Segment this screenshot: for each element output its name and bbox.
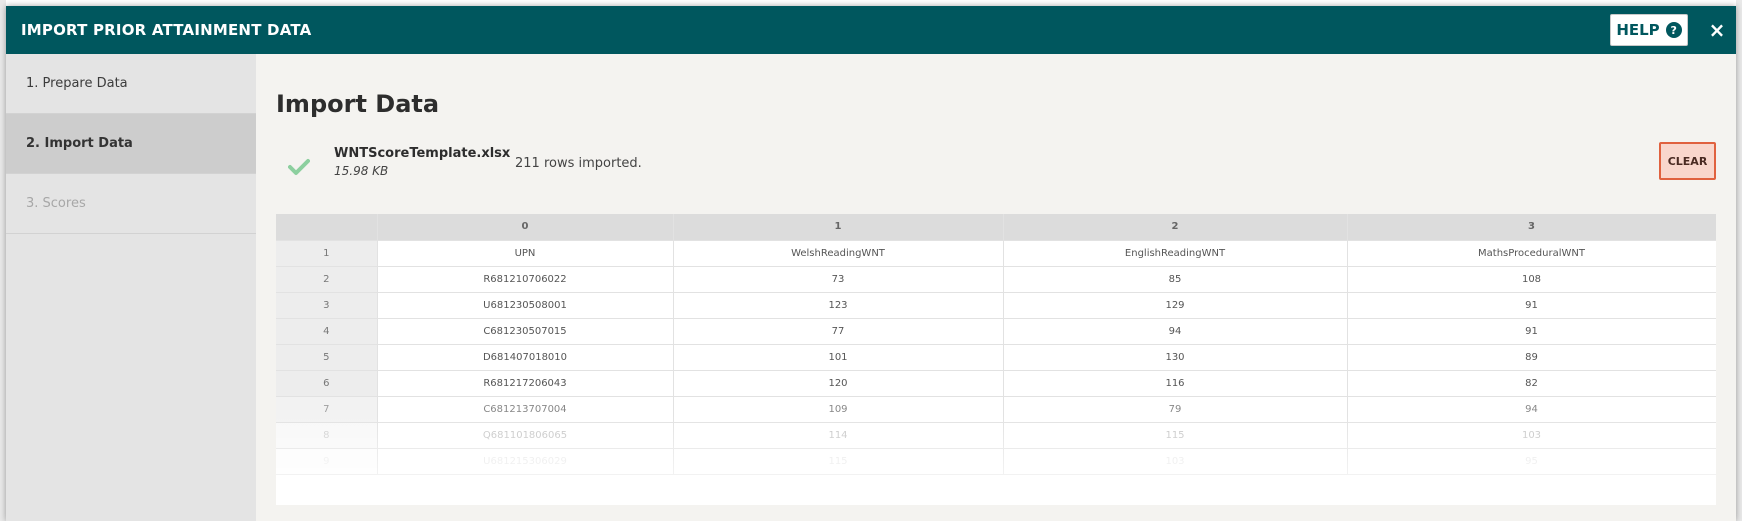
row-number: 7 [276, 396, 378, 423]
table-cell: UPN [377, 240, 674, 267]
table-cell: 103 [1347, 422, 1716, 449]
table-cell: 130 [1003, 344, 1348, 371]
steps-sidebar: 1. Prepare Data 2. Import Data 3. Scores [6, 54, 256, 521]
table-cell: 129 [1003, 292, 1348, 319]
table-cell: R681217206043 [377, 370, 674, 397]
step-scores: 3. Scores [6, 174, 256, 234]
step-label: 2. Import Data [26, 136, 133, 151]
table-row: 9 U681215306029 115 103 95 [276, 448, 1716, 475]
close-icon: × [1708, 18, 1726, 42]
help-button[interactable]: HELP ? [1610, 14, 1688, 46]
table-cell: 101 [673, 344, 1004, 371]
file-size: 15.98 KB [334, 164, 389, 178]
row-number: 6 [276, 370, 378, 397]
row-number: 3 [276, 292, 378, 319]
row-number: 8 [276, 422, 378, 449]
column-header: 1 [673, 214, 1004, 241]
check-icon [288, 159, 310, 175]
preview-table-container[interactable]: 0 1 2 3 1 UPN WelshReadingWNT EnglishRea… [276, 214, 1716, 505]
file-name: WNTScoreTemplate.xlsx [334, 146, 511, 161]
step-prepare-data[interactable]: 1. Prepare Data [6, 54, 256, 114]
column-header: 0 [377, 214, 674, 241]
row-number: 4 [276, 318, 378, 345]
table-cell: 79 [1003, 396, 1348, 423]
row-number: 2 [276, 266, 378, 293]
column-header: 2 [1003, 214, 1348, 241]
close-button[interactable]: × [1705, 18, 1729, 42]
table-cell: WelshReadingWNT [673, 240, 1004, 267]
table-cell: 73 [673, 266, 1004, 293]
table-cell: 108 [1347, 266, 1716, 293]
table-row: 5 D681407018010 101 130 89 [276, 344, 1716, 371]
corner-header [276, 214, 378, 241]
page-title: Import Data [276, 90, 440, 118]
table-cell: 114 [673, 422, 1004, 449]
question-circle-icon: ? [1665, 22, 1682, 38]
column-header: 3 [1347, 214, 1716, 241]
table-cell: Q681101806065 [377, 422, 674, 449]
table-cell: U681215306029 [377, 448, 674, 475]
row-number: 1 [276, 240, 378, 267]
import-status: 211 rows imported. [515, 156, 642, 171]
preview-table: 0 1 2 3 1 UPN WelshReadingWNT EnglishRea… [276, 214, 1716, 475]
table-cell: C681230507015 [377, 318, 674, 345]
table-cell: D681407018010 [377, 344, 674, 371]
table-cell: 94 [1003, 318, 1348, 345]
step-import-data[interactable]: 2. Import Data [6, 114, 256, 174]
table-cell: 82 [1347, 370, 1716, 397]
row-number: 5 [276, 344, 378, 371]
background-right-edge [1736, 0, 1742, 521]
help-label: HELP [1616, 21, 1660, 39]
table-row: 4 C681230507015 77 94 91 [276, 318, 1716, 345]
table-row: 2 R681210706022 73 85 108 [276, 266, 1716, 293]
column-header-row: 0 1 2 3 [276, 214, 1716, 241]
table-cell: 103 [1003, 448, 1348, 475]
table-row: 3 U681230508001 123 129 91 [276, 292, 1716, 319]
table-row: 1 UPN WelshReadingWNT EnglishReadingWNT … [276, 240, 1716, 267]
import-modal: IMPORT PRIOR ATTAINMENT DATA HELP ? × 1.… [6, 6, 1736, 521]
table-cell: R681210706022 [377, 266, 674, 293]
table-cell: 123 [673, 292, 1004, 319]
row-number: 9 [276, 448, 378, 475]
table-cell: 85 [1003, 266, 1348, 293]
table-row: 8 Q681101806065 114 115 103 [276, 422, 1716, 449]
table-cell: 120 [673, 370, 1004, 397]
main-content: Import Data WNTScoreTemplate.xlsx 15.98 … [256, 54, 1736, 521]
table-cell: C681213707004 [377, 396, 674, 423]
table-cell: EnglishReadingWNT [1003, 240, 1348, 267]
clear-button[interactable]: CLEAR [1659, 142, 1716, 180]
modal-header: IMPORT PRIOR ATTAINMENT DATA HELP ? × [6, 6, 1736, 54]
table-cell: 109 [673, 396, 1004, 423]
table-cell: 115 [1003, 422, 1348, 449]
file-summary: WNTScoreTemplate.xlsx 15.98 KB 211 rows … [276, 142, 1716, 192]
table-row: 7 C681213707004 109 79 94 [276, 396, 1716, 423]
table-cell: 95 [1347, 448, 1716, 475]
table-cell: 94 [1347, 396, 1716, 423]
table-row: 6 R681217206043 120 116 82 [276, 370, 1716, 397]
table-cell: 116 [1003, 370, 1348, 397]
table-cell: 77 [673, 318, 1004, 345]
table-cell: MathsProceduralWNT [1347, 240, 1716, 267]
step-label: 3. Scores [26, 196, 86, 211]
table-cell: 91 [1347, 292, 1716, 319]
table-cell: 91 [1347, 318, 1716, 345]
table-cell: U681230508001 [377, 292, 674, 319]
table-cell: 89 [1347, 344, 1716, 371]
table-cell: 115 [673, 448, 1004, 475]
step-label: 1. Prepare Data [26, 76, 128, 91]
modal-title: IMPORT PRIOR ATTAINMENT DATA [21, 21, 312, 39]
